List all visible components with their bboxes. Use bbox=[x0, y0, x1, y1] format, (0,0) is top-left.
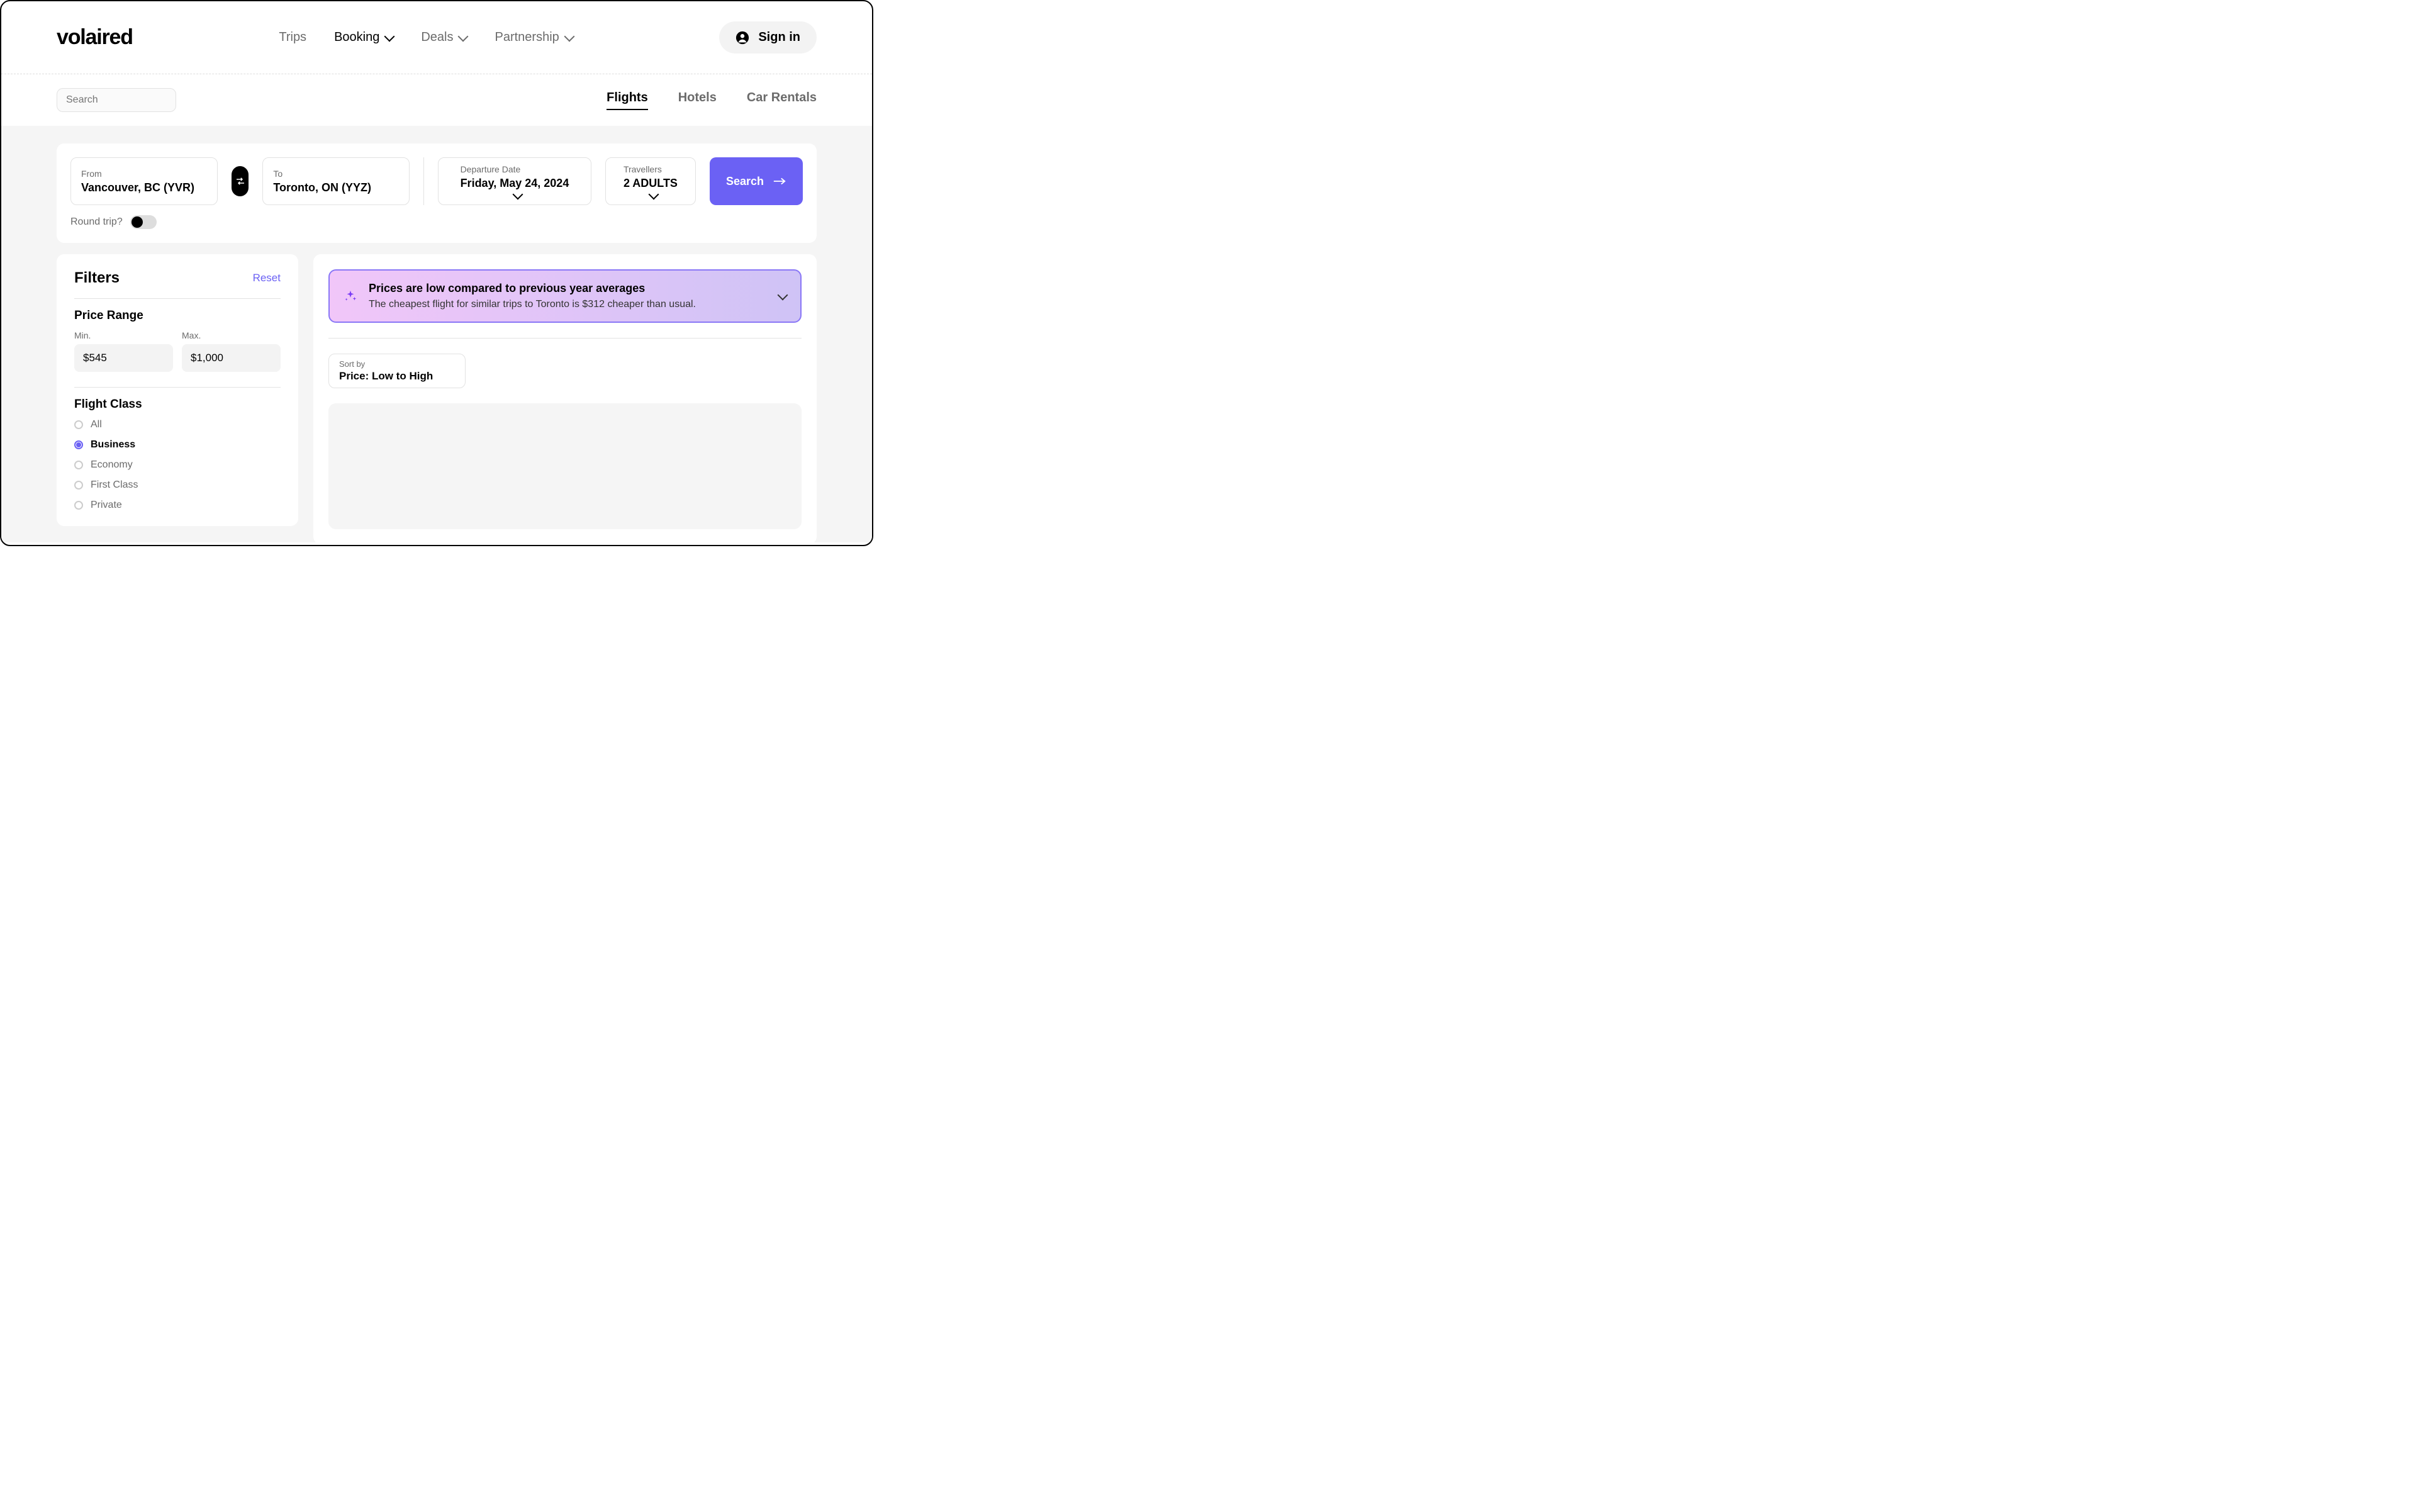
top-nav: volaired Trips Booking Deals Partnership… bbox=[1, 1, 872, 74]
min-label: Min. bbox=[74, 330, 173, 340]
nav-partnership-label: Partnership bbox=[495, 30, 559, 45]
from-value: Vancouver, BC (YVR) bbox=[81, 181, 207, 194]
search-button[interactable]: Search bbox=[710, 157, 803, 205]
flight-class-option[interactable]: Business bbox=[74, 439, 281, 451]
round-trip-label: Round trip? bbox=[70, 216, 123, 228]
price-info-banner[interactable]: Prices are low compared to previous year… bbox=[328, 269, 802, 323]
banner-title: Prices are low compared to previous year… bbox=[369, 282, 768, 295]
search-input[interactable] bbox=[66, 94, 196, 106]
toggle-knob bbox=[131, 216, 143, 228]
swap-icon bbox=[235, 176, 246, 187]
nav-trips-label: Trips bbox=[279, 30, 306, 45]
radio-icon bbox=[74, 481, 83, 490]
radio-icon bbox=[74, 420, 83, 429]
nav-deals[interactable]: Deals bbox=[421, 30, 467, 45]
filters-title: Filters bbox=[74, 269, 120, 287]
flight-class-option[interactable]: Economy bbox=[74, 459, 281, 471]
from-field[interactable]: From Vancouver, BC (YVR) bbox=[70, 157, 218, 205]
tab-flights[interactable]: Flights bbox=[607, 91, 648, 110]
chevron-down-icon bbox=[564, 31, 574, 42]
search-button-label: Search bbox=[726, 175, 764, 188]
arrow-right-icon bbox=[773, 177, 786, 186]
nav-partnership[interactable]: Partnership bbox=[495, 30, 573, 45]
chevron-down-icon bbox=[778, 289, 788, 300]
search-input-wrapper[interactable] bbox=[57, 88, 176, 112]
radio-icon bbox=[74, 501, 83, 510]
results-panel: Prices are low compared to previous year… bbox=[313, 254, 817, 542]
max-label: Max. bbox=[182, 330, 281, 340]
travellers-label: Travellers bbox=[624, 164, 678, 174]
flight-class-label: First Class bbox=[91, 479, 138, 491]
divider bbox=[328, 338, 802, 339]
search-panel: From Vancouver, BC (YVR) To Toronto, ON … bbox=[57, 143, 817, 243]
flight-class-option[interactable]: All bbox=[74, 419, 281, 430]
swap-button[interactable] bbox=[232, 166, 249, 196]
departure-value: Friday, May 24, 2024 bbox=[461, 177, 569, 190]
flight-class-option[interactable]: First Class bbox=[74, 479, 281, 491]
flight-class-option[interactable]: Private bbox=[74, 500, 281, 511]
flight-class-title: Flight Class bbox=[74, 398, 281, 412]
flight-class-label: Economy bbox=[91, 459, 133, 471]
flight-class-label: All bbox=[91, 419, 102, 430]
radio-icon bbox=[74, 440, 83, 449]
filters-panel: Filters Reset Price Range Min. Max. bbox=[57, 254, 298, 526]
category-tabs: Flights Hotels Car Rentals bbox=[607, 91, 817, 110]
results-placeholder bbox=[328, 403, 802, 529]
flight-class-label: Business bbox=[91, 439, 135, 451]
divider bbox=[423, 157, 424, 205]
sub-bar: Flights Hotels Car Rentals bbox=[1, 74, 872, 126]
sparkle-icon bbox=[344, 289, 357, 303]
sign-in-label: Sign in bbox=[758, 30, 800, 45]
max-price-input[interactable] bbox=[182, 344, 281, 372]
divider bbox=[74, 298, 281, 299]
round-trip-row: Round trip? bbox=[70, 215, 803, 229]
chevron-down-icon bbox=[384, 31, 395, 42]
content-area: From Vancouver, BC (YVR) To Toronto, ON … bbox=[1, 126, 872, 542]
sort-dropdown[interactable]: Sort by Price: Low to High bbox=[328, 354, 466, 388]
tab-hotels[interactable]: Hotels bbox=[678, 91, 717, 110]
from-label: From bbox=[81, 169, 207, 179]
tab-car-rentals[interactable]: Car Rentals bbox=[747, 91, 817, 110]
brand-logo: volaired bbox=[57, 25, 133, 50]
nav-menu: Trips Booking Deals Partnership bbox=[279, 30, 573, 45]
nav-booking[interactable]: Booking bbox=[334, 30, 393, 45]
reset-button[interactable]: Reset bbox=[253, 272, 281, 284]
departure-label: Departure Date bbox=[461, 164, 569, 174]
radio-icon bbox=[74, 461, 83, 469]
to-field[interactable]: To Toronto, ON (YYZ) bbox=[262, 157, 410, 205]
flight-class-list: All Business Economy First Class Private bbox=[74, 419, 281, 511]
travellers-value: 2 ADULTS bbox=[624, 177, 678, 190]
departure-field[interactable]: Departure Date Friday, May 24, 2024 bbox=[438, 157, 591, 205]
user-icon bbox=[735, 31, 749, 45]
nav-deals-label: Deals bbox=[421, 30, 453, 45]
flight-class-label: Private bbox=[91, 500, 122, 511]
min-price-input[interactable] bbox=[74, 344, 173, 372]
sort-value: Price: Low to High bbox=[339, 370, 455, 383]
travellers-field[interactable]: Travellers 2 ADULTS bbox=[605, 157, 696, 205]
nav-trips[interactable]: Trips bbox=[279, 30, 306, 45]
chevron-down-icon bbox=[458, 31, 469, 42]
divider bbox=[74, 387, 281, 388]
price-range-title: Price Range bbox=[74, 309, 281, 323]
sign-in-button[interactable]: Sign in bbox=[719, 21, 817, 53]
round-trip-toggle[interactable] bbox=[130, 215, 157, 229]
to-value: Toronto, ON (YYZ) bbox=[273, 181, 399, 194]
to-label: To bbox=[273, 169, 399, 179]
nav-booking-label: Booking bbox=[334, 30, 379, 45]
banner-subtitle: The cheapest flight for similar trips to… bbox=[369, 299, 768, 310]
sort-label: Sort by bbox=[339, 359, 455, 369]
